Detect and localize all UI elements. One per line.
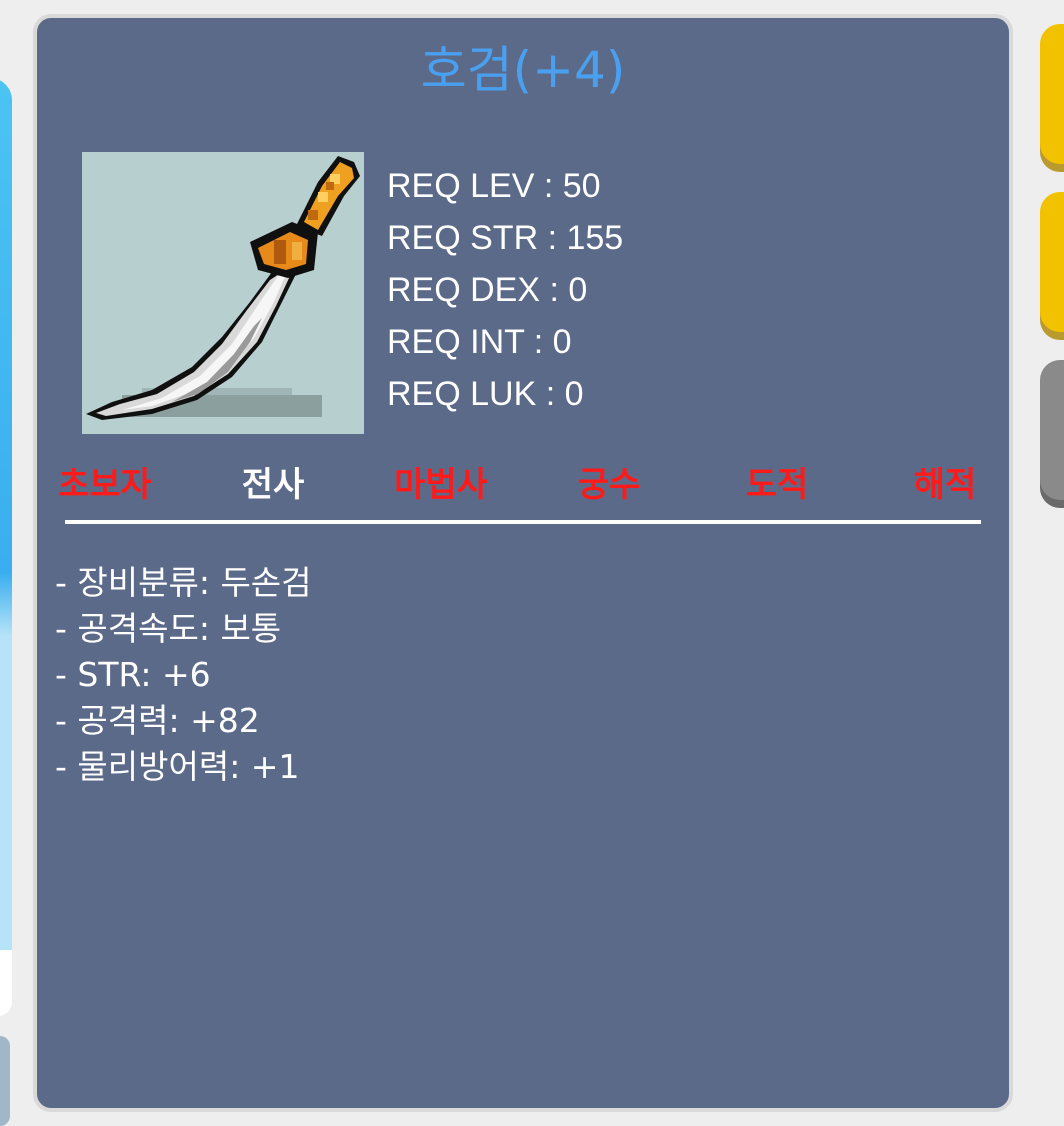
req-str: REQ STR : 155: [387, 219, 624, 257]
left-sidebar-button[interactable]: [0, 1036, 10, 1126]
job-class-row: 초보자 전사 마법사 궁수 도적 해적: [53, 458, 983, 512]
stat-attack-power: - 공격력: +82: [55, 701, 260, 740]
stat-attack-speed: - 공격속도: 보통: [55, 609, 282, 648]
req-luk: REQ LUK : 0: [387, 375, 584, 413]
stat-str: - STR: +6: [55, 655, 211, 694]
requirements-list: REQ LEV : 50 REQ STR : 155 REQ DEX : 0 R…: [387, 160, 623, 420]
class-thief: 도적: [745, 465, 809, 505]
req-level: REQ LEV : 50: [387, 167, 601, 205]
right-side-button-2[interactable]: [1040, 192, 1064, 332]
item-title: 호검(+4): [420, 41, 626, 99]
class-bowman: 궁수: [577, 465, 641, 505]
item-tooltip-panel: 호검(+4) REQ LEV : 50 REQ STR: 155 REQ DE…: [33, 14, 1013, 1112]
divider: [65, 520, 981, 524]
right-side-button-3[interactable]: [1040, 360, 1064, 500]
class-beginner: 초보자: [58, 465, 152, 505]
class-magician: 마법사: [394, 465, 488, 505]
stat-equip-type: - 장비분류: 두손검: [55, 563, 312, 602]
req-dex: REQ DEX : 0: [387, 271, 588, 309]
class-pirate: 해적: [913, 465, 977, 505]
sword-image: [82, 152, 364, 434]
class-warrior: 전사: [241, 465, 305, 505]
left-sidebar-panel: [0, 950, 12, 1016]
sword-icon: [86, 156, 360, 420]
item-stats-list: - 장비분류: 두손검 - 공격속도: 보통 - STR: +6 - 공격력: …: [55, 560, 312, 790]
req-int: REQ INT : 0: [387, 323, 572, 361]
right-side-button-1[interactable]: [1040, 24, 1064, 164]
stat-defense: - 물리방어력: +1: [55, 747, 300, 786]
left-sidebar: [0, 78, 12, 978]
